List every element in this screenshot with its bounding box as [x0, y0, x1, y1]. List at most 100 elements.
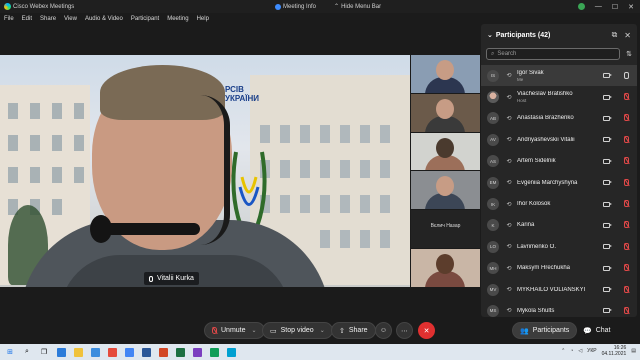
participant-row[interactable]: AB ⟲ Anastasia Brazhenko [481, 108, 637, 129]
clock[interactable]: 16:26 04.11.2021 [602, 345, 627, 357]
more-icon: ⋯ [401, 327, 408, 335]
taskbar-app[interactable] [173, 346, 187, 358]
volume-icon[interactable]: ◁ [578, 348, 582, 354]
muted-mic-icon[interactable] [623, 221, 629, 229]
thumbnail-video[interactable] [411, 249, 480, 287]
menu-file[interactable]: File [0, 16, 18, 22]
hide-menu-bar-icon: ⌃ [334, 4, 340, 10]
taskbar-app[interactable] [71, 346, 85, 358]
video-camera-icon [603, 73, 612, 79]
taskbar-app[interactable] [88, 346, 102, 358]
webex-icon [226, 347, 236, 357]
avatar: AS [487, 155, 499, 168]
sort-icon[interactable]: ⇅ [626, 50, 632, 58]
folder-icon [73, 347, 83, 357]
hide-menu-bar-button[interactable]: ⌃ Hide Menu Bar [330, 3, 385, 11]
start-button[interactable]: ⊞ [3, 346, 17, 358]
thumbnail-video[interactable]: Вєлич Назар [411, 210, 480, 249]
participant-name: MYKHAILO VOLIANSKYI [517, 286, 586, 293]
taskbar-app[interactable] [105, 346, 119, 358]
microphone-icon[interactable] [623, 71, 629, 80]
menu-edit[interactable]: Edit [18, 16, 36, 22]
end-meeting-button[interactable]: ✕ [418, 322, 435, 339]
taskbar-app[interactable] [190, 346, 204, 358]
participant-row[interactable]: K ⟲ Karina [481, 215, 637, 236]
app-icon [192, 347, 202, 357]
menu-participant[interactable]: Participant [127, 16, 163, 22]
participant-row[interactable]: AS ⟲ Artem Sidelnik [481, 151, 637, 172]
muted-mic-icon[interactable] [623, 157, 629, 165]
participant-row[interactable]: MS ⟲ Mykola Shults [481, 300, 637, 321]
taskbar-app[interactable] [122, 346, 136, 358]
taskbar-app[interactable] [54, 346, 68, 358]
muted-mic-icon[interactable] [623, 264, 629, 272]
muted-mic-icon[interactable] [623, 200, 629, 208]
participants-panel: ⌄ Participants (42) ⧉ ✕ ⌕ Search ⇅ IS ⟲ Ig… [481, 24, 637, 317]
wifi-icon[interactable]: ◔ [570, 348, 573, 354]
participant-role: Me [517, 76, 524, 82]
connection-icon: ⟲ [506, 180, 512, 187]
language-indicator[interactable]: УКР [587, 348, 596, 354]
menu-audio-video[interactable]: Audio & Video [81, 16, 127, 22]
muted-mic-icon[interactable] [623, 135, 629, 144]
participant-row[interactable]: IK ⟲ Ihor Kolosok [481, 193, 637, 214]
meeting-info-button[interactable]: Meeting Info [271, 3, 320, 10]
thumbnail-video[interactable] [411, 93, 480, 132]
chevron-up-icon[interactable]: ⌃ [561, 348, 565, 354]
muted-mic-icon[interactable] [623, 306, 629, 315]
unmute-button[interactable]: Unmute ⌄ [204, 322, 265, 339]
participant-row[interactable]: MH ⟲ Maksym Hrechukha [481, 258, 637, 279]
participant-row[interactable]: ⟲ Viacheslav Bratishko Host [481, 86, 637, 107]
chat-button[interactable]: 💬 Chat [575, 322, 619, 339]
participant-name: Mykola Shults [517, 307, 555, 314]
taskbar-app[interactable] [156, 346, 170, 358]
stop-video-button[interactable]: ▭ Stop video ⌄ [262, 322, 333, 339]
muted-mic-icon[interactable] [623, 114, 629, 122]
search-taskbar-button[interactable]: ⌕ [20, 346, 34, 358]
taskbar-app[interactable] [207, 346, 221, 358]
chevron-down-icon[interactable]: ⌄ [320, 327, 325, 334]
minimize-icon[interactable]: — [595, 3, 602, 10]
close-panel-icon[interactable]: ✕ [624, 31, 631, 40]
taskbar-app[interactable] [139, 346, 153, 358]
participants-label: Participants [532, 327, 570, 334]
participant-row[interactable]: AV ⟲ Andriyashevskii Vitalii [481, 129, 637, 150]
search-placeholder: Search [497, 51, 517, 57]
participant-row[interactable]: EM ⟲ Evgeniia Marchyshyna [481, 172, 637, 193]
more-options-button[interactable]: ⋯ [396, 322, 413, 339]
taskbar-app-webex[interactable] [224, 346, 238, 358]
app-icon [107, 347, 117, 357]
muted-mic-icon[interactable] [623, 93, 629, 101]
participant-row[interactable]: LO ⟲ Lavrimenko O. [481, 236, 637, 257]
participant-row[interactable]: IS ⟲ Igor Sivak Me [481, 65, 637, 87]
muted-mic-icon[interactable] [623, 242, 629, 251]
notifications-icon[interactable]: ▤ [631, 348, 636, 354]
thumbnail-video[interactable] [411, 55, 480, 93]
close-window-icon[interactable]: ✕ [628, 3, 634, 11]
headset-icon [200, 95, 230, 245]
participant-name: Lavrimenko O. [517, 243, 557, 250]
connection-icon: ⟲ [506, 94, 512, 101]
participant-row[interactable]: MV ⟲ MYKHAILO VOLIANSKYI [481, 279, 637, 300]
active-speaker-video[interactable]: РСІВ УКРАЇНИ [0, 55, 410, 287]
muted-mic-icon[interactable] [623, 178, 629, 187]
chevron-down-icon[interactable]: ⌄ [252, 327, 257, 334]
user-avatar-icon[interactable] [577, 3, 585, 10]
participants-button[interactable]: 👥 Participants [512, 322, 578, 339]
task-view-button[interactable]: ❐ [37, 346, 51, 358]
share-button[interactable]: ⇧ Share [331, 322, 376, 339]
reactions-button[interactable]: ☺ [375, 322, 392, 339]
menu-view[interactable]: View [60, 16, 81, 22]
menu-help[interactable]: Help [193, 16, 213, 22]
muted-mic-icon[interactable] [623, 285, 629, 294]
participant-search-input[interactable]: ⌕ Search [486, 48, 621, 60]
participants-chevron-icon[interactable]: ⌄ [487, 31, 493, 39]
thumbnail-video[interactable] [411, 132, 480, 171]
thumbnail-video[interactable] [411, 171, 480, 210]
menu-meeting[interactable]: Meeting [163, 16, 192, 22]
maximize-icon[interactable]: ☐ [612, 3, 618, 11]
participant-name: Anastasia Brazhenko [517, 115, 574, 122]
popout-icon[interactable]: ⧉ [612, 30, 618, 40]
menu-share[interactable]: Share [36, 16, 60, 22]
avatar: IS [487, 69, 499, 82]
